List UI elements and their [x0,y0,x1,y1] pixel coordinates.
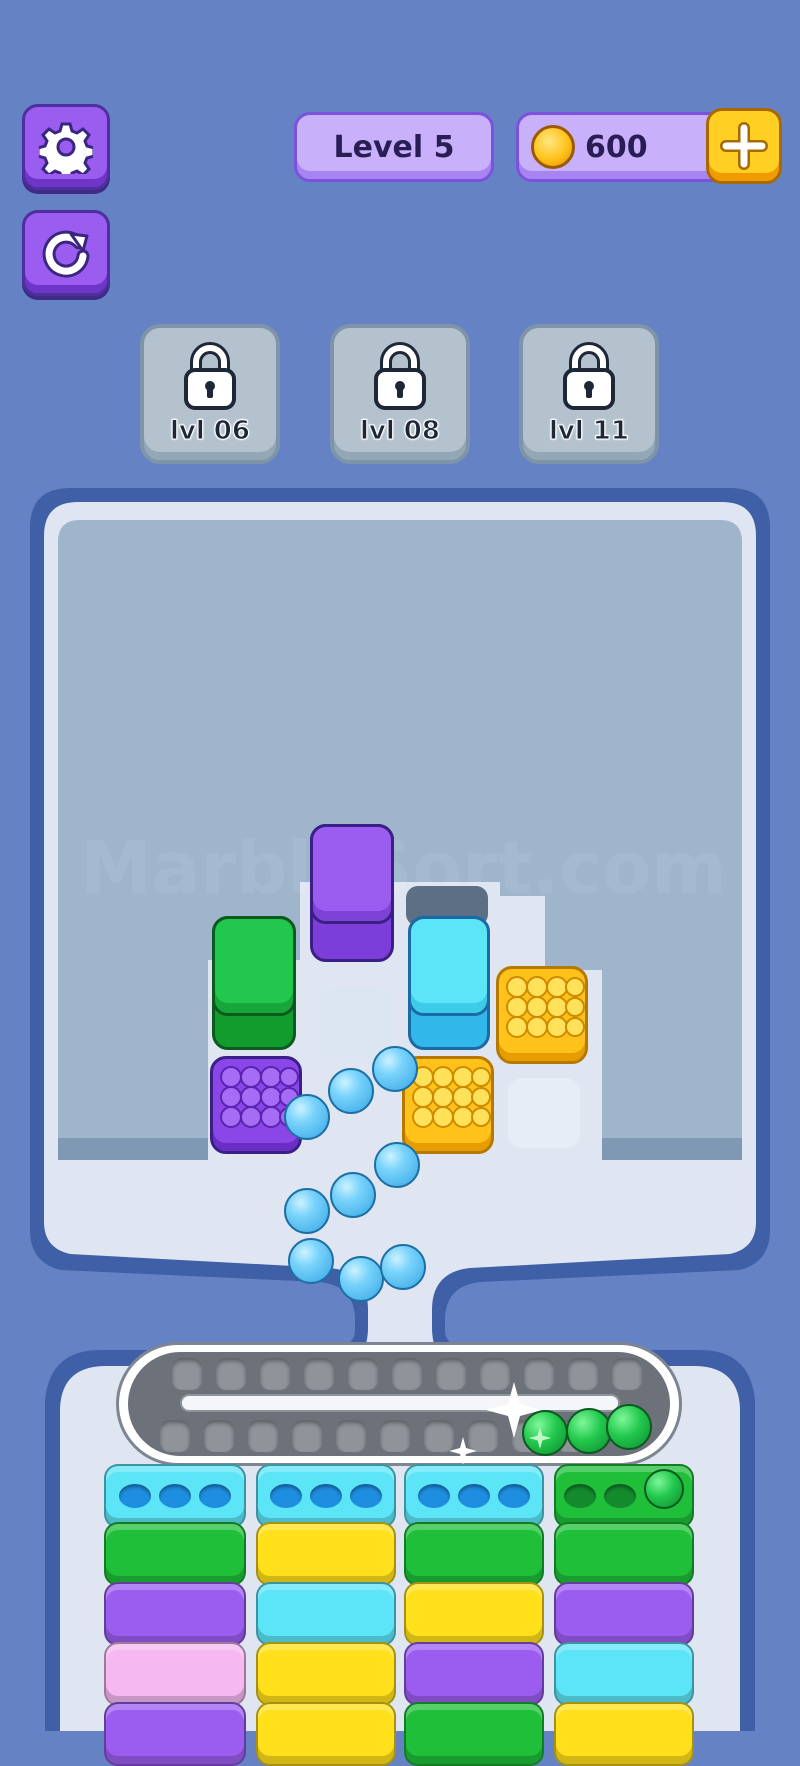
bin-layer-yellow [554,1702,694,1766]
locked-slot-2[interactable]: lvl 08 [330,324,470,464]
locked-slot-1[interactable]: lvl 06 [140,324,280,464]
bin-top-cyan [104,1464,246,1528]
marble [284,1188,330,1234]
empty-cell [318,988,390,1058]
marble [374,1142,420,1188]
sort-bin-2[interactable] [256,1464,396,1766]
empty-cell [508,1078,580,1148]
marble [380,1244,426,1290]
lock-icon [374,342,426,410]
bin-layer-yellow [256,1702,396,1766]
bin-layer-green [554,1522,694,1586]
lock-level-label: lvl 11 [548,416,629,447]
sort-bin-1[interactable] [104,1464,246,1766]
bin-top-cyan [256,1464,396,1528]
bin-layer-purple [104,1702,246,1766]
marble [338,1256,384,1302]
bin-layer-yellow [256,1522,396,1586]
bin-layer-yellow [404,1582,544,1646]
cyan-block-top [408,916,490,1016]
conveyor-slots-top [172,1358,642,1390]
bin-layer-green [404,1522,544,1586]
bin-layer-purple [404,1642,544,1706]
level-label: Level 5 [333,129,455,165]
sparkle-icon [449,1437,477,1465]
bin-layer-green [404,1702,544,1766]
restart-button[interactable] [22,210,110,296]
bin-layer-purple [554,1582,694,1646]
lock-icon [184,342,236,410]
conveyor-marble [566,1408,612,1454]
bin-layer-yellow [256,1642,396,1706]
marble [288,1238,334,1284]
bin-layer-purple [104,1582,246,1646]
level-indicator: Level 5 [294,112,494,182]
lock-level-label: lvl 06 [169,416,250,447]
green-block-top [212,916,296,1016]
bin-layer-cyan [256,1582,396,1646]
purple-block-top [310,824,394,924]
marble-grid [412,1066,491,1128]
locked-slot-3[interactable]: lvl 11 [519,324,659,464]
add-coins-button[interactable] [706,108,782,184]
coin-amount: 600 [585,129,648,165]
sort-bin-4[interactable] [554,1464,694,1766]
yellow-marble-block[interactable] [496,966,588,1064]
plus-icon [720,122,768,170]
gear-icon [39,122,93,174]
conveyor-divider [180,1394,620,1412]
bin-layer-green [104,1522,246,1586]
marble [328,1068,374,1114]
sparkle-icon [528,1426,552,1450]
marble-grid [220,1066,299,1128]
lock-level-label: lvl 08 [359,416,440,447]
bin-top-cyan [404,1464,544,1528]
marble [330,1172,376,1218]
settings-button[interactable] [22,104,110,190]
bin-top-green [554,1464,694,1528]
watermark: MarbleSort.com [80,826,727,910]
marble [372,1046,418,1092]
lock-icon [563,342,615,410]
bin-layer-cyan [554,1642,694,1706]
restart-icon [42,230,90,278]
coin-icon [531,125,575,169]
conveyor-marble [606,1404,652,1450]
marble-grid [506,976,585,1038]
sort-bin-3[interactable] [404,1464,544,1766]
marble [284,1094,330,1140]
bin-layer-pink [104,1642,246,1706]
